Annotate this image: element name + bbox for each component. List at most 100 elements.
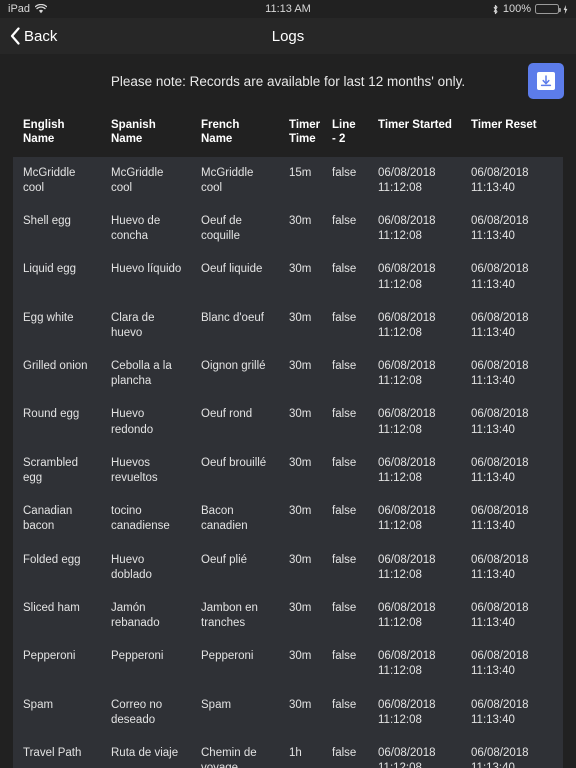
table-cell: 06/08/2018 11:12:08 [368,301,461,351]
lightning-bolt-icon [563,4,568,14]
notice-bar: Please note: Records are available for l… [0,54,576,108]
bluetooth-icon [492,4,499,15]
table-row[interactable]: Sliced ham Jamón rebanado Jambon en tranch… [13,591,563,641]
table-cell: false [322,736,368,768]
table-cell: Huevos revueltos [101,446,191,496]
table-row[interactable]: Scrambled egg Huevos revueltos Oeuf brouil… [13,446,563,496]
table-cell: McGriddle cool [101,156,191,206]
table-cell: Ruta de viaje [101,736,191,768]
export-save-button[interactable] [528,63,564,99]
table-cell: 06/08/2018 11:13:40 [461,543,563,592]
table-row[interactable]: Travel PathRuta de viajeChemin de voyage… [13,736,563,768]
table-cell: Oeuf brouillé [191,446,279,496]
table-cell: 06/08/2018 11:13:40 [461,398,563,447]
table-cell: 30m [279,398,322,447]
logs-table-scroll-container[interactable]: English Name Spanish Name French Name Timer… [0,108,576,768]
table-cell: 30m [279,350,322,399]
table-cell: Chemin de voyage [191,736,279,768]
table-cell: false [322,398,368,447]
table-cell: Oignon grillé [191,350,279,399]
table-cell: Pepperoni [13,640,101,689]
table-cell: 06/08/2018 11:12:08 [368,446,461,496]
column-header[interactable]: Timer Started [368,108,461,157]
table-cell: 06/08/2018 11:12:08 [368,543,461,592]
table-cell: Spam [191,688,279,737]
table-row[interactable]: Pepperoni Pepperoni Pepperoni 30m false 06/08… [13,640,563,689]
table-cell: Huevo redondo [101,398,191,447]
column-header[interactable]: Line - 2 [322,108,368,157]
table-cell: 06/08/2018 11:13:40 [461,640,563,689]
page-title: Logs [0,18,576,54]
table-cell: Cebolla a la plancha [101,350,191,399]
table-cell: 30m [279,205,322,254]
table-cell: 30m [279,543,322,592]
table-cell: 06/08/2018 11:12:08 [368,253,461,302]
table-cell: Pepperoni [101,640,191,689]
column-header[interactable]: English Name [13,108,101,157]
table-cell: Oeuf rond [191,398,279,447]
table-cell: 06/08/2018 11:13:40 [461,350,563,399]
table-row[interactable]: Canadian bacon tocino canadiense Bacon can… [13,495,563,544]
table-cell: false [322,446,368,496]
table-cell: Oeuf de coquille [191,205,279,254]
table-cell: Huevo doblado [101,543,191,592]
table-row[interactable]: McGriddle cool McGriddle cool McGriddle co… [13,156,563,206]
table-cell: Liquid egg [13,253,101,302]
table-cell: 06/08/2018 11:12:08 [368,398,461,447]
table-cell: Jambon en tranches [191,591,279,641]
table-cell: false [322,640,368,689]
column-header[interactable]: Spanish Name [101,108,191,157]
table-cell: false [322,253,368,302]
status-bar: iPad 11:13 AM 100% [0,0,576,18]
table-cell: false [322,156,368,206]
table-cell: 30m [279,591,322,641]
table-cell: Clara de huevo [101,301,191,351]
table-cell: Huevo de concha [101,205,191,254]
table-cell: 06/08/2018 11:12:08 [368,688,461,737]
navigation-bar: Back Logs [0,18,576,54]
table-cell: Canadian bacon [13,495,101,544]
table-cell: 06/08/2018 11:13:40 [461,301,563,351]
status-bar-time: 11:13 AM [265,3,311,15]
table-cell: 06/08/2018 11:13:40 [461,446,563,496]
table-cell: false [322,543,368,592]
column-header[interactable]: Timer Reset [461,108,563,157]
table-cell: 30m [279,253,322,302]
table-cell: Bacon canadien [191,495,279,544]
table-row[interactable]: Round egg Huevo redondo Oeuf rond 30m false 0… [13,398,563,447]
table-cell: Shell egg [13,205,101,254]
table-header: English Name Spanish Name French Name Timer… [13,108,563,157]
table-row[interactable]: Grilled onion Cebolla a la plancha Oignon … [13,350,563,399]
save-download-icon [537,72,555,90]
table-cell: 06/08/2018 11:12:08 [368,495,461,544]
table-cell: McGriddle cool [13,156,101,206]
table-cell: Egg white [13,301,101,351]
table-cell: Pepperoni [191,640,279,689]
table-cell: false [322,350,368,399]
table-row[interactable]: Egg white Clara de huevo Blanc d'oeuf 30m fa… [13,301,563,351]
table-cell: Grilled onion [13,350,101,399]
table-row[interactable]: Spam Correo no deseado Spam 30m false 06/08/2… [13,688,563,737]
table-cell: false [322,301,368,351]
table-header-row: English Name Spanish Name French Name Timer… [13,108,563,157]
table-cell: 06/08/2018 11:13:40 [461,253,563,302]
table-cell: McGriddle cool [191,156,279,206]
table-cell: tocino canadiense [101,495,191,544]
table-row[interactable]: Folded egg Huevo doblado Oeuf plié 30m false… [13,543,563,592]
table-cell: 30m [279,495,322,544]
column-header[interactable]: French Name [191,108,279,157]
table-cell: Sliced ham [13,591,101,641]
table-cell: 06/08/2018 11:12:08 [368,156,461,206]
table-cell: Oeuf plié [191,543,279,592]
table-cell: Round egg [13,398,101,447]
table-cell: false [322,688,368,737]
table-cell: Blanc d'oeuf [191,301,279,351]
column-header[interactable]: Timer Time [279,108,322,157]
table-cell: 06/08/2018 11:13:40 [461,156,563,206]
table-row[interactable]: Liquid egg Huevo líquido Oeuf liquide 30m fa… [13,253,563,302]
page-title-label: Logs [271,27,305,45]
table-row[interactable]: Shell egg Huevo de concha Oeuf de coquille… [13,205,563,254]
back-button[interactable]: Back [10,27,57,45]
table-cell: 06/08/2018 11:13:40 [461,205,563,254]
logs-table: English Name Spanish Name French Name Timer… [13,108,563,768]
